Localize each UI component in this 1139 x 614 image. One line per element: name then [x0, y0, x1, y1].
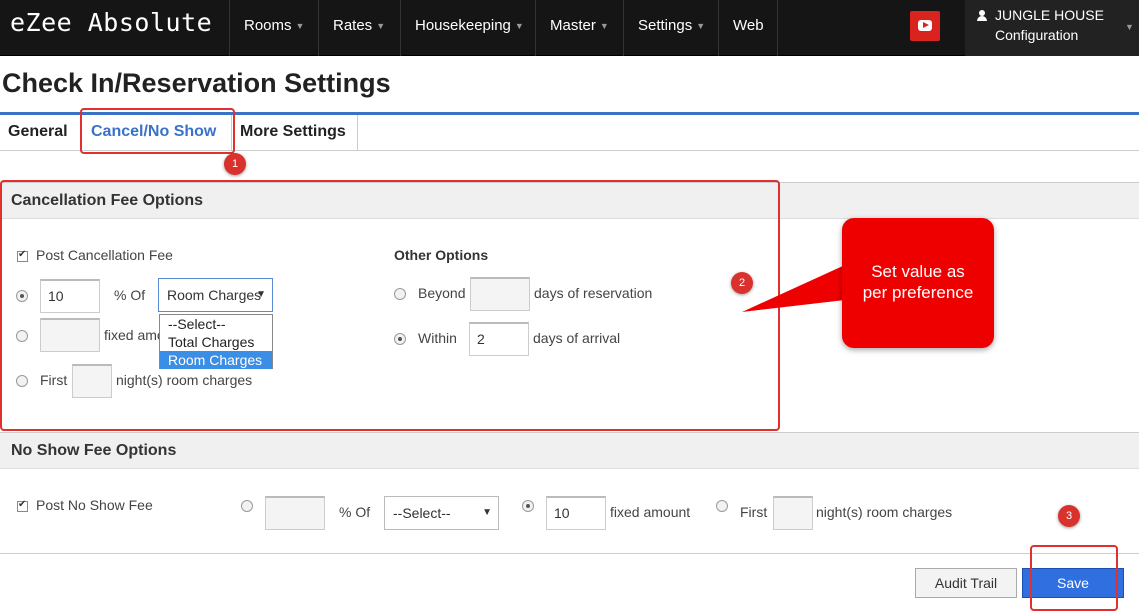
- chevron-down-icon: ▼: [295, 21, 305, 31]
- chevron-down-icon: ▼: [482, 507, 492, 518]
- noshow-percent-of-value: --Select--: [393, 505, 451, 521]
- app-logo[interactable]: eZee Absolute: [10, 8, 212, 37]
- nav-settings[interactable]: Settings ▼: [623, 0, 718, 56]
- post-no-show-fee-checkbox[interactable]: [17, 499, 28, 512]
- step-badge-3: 3: [1058, 505, 1080, 527]
- noshow-percent-of-select[interactable]: --Select-- ▼: [384, 496, 499, 530]
- nav-rates-label: Rates: [333, 17, 373, 34]
- chevron-down-icon: ▼: [1125, 22, 1134, 32]
- noshow-fixed-amount-label: fixed amount: [610, 504, 691, 520]
- chevron-down-icon: ▼: [376, 21, 386, 31]
- nav-rates[interactable]: Rates ▼: [318, 0, 400, 56]
- nav-housekeeping-label: Housekeeping: [415, 17, 511, 34]
- noshow-nights-input[interactable]: [773, 496, 813, 530]
- noshow-fixed-input[interactable]: 10: [546, 496, 606, 530]
- footer-divider: [0, 553, 1139, 554]
- property-name: JUNGLE HOUSE: [995, 7, 1104, 23]
- youtube-icon[interactable]: [910, 11, 940, 41]
- nav-housekeeping[interactable]: Housekeeping ▼: [400, 0, 535, 56]
- instruction-callout: Set value as per preference: [842, 218, 994, 348]
- noshow-fixed-radio[interactable]: [522, 500, 534, 512]
- cancellation-highlight-box: [0, 180, 780, 431]
- save-highlight-box: [1030, 545, 1118, 611]
- noshow-percent-input[interactable]: [265, 496, 325, 530]
- nav-web[interactable]: Web: [718, 0, 778, 56]
- noshow-first-label: First: [740, 504, 768, 520]
- no-show-section-heading: No Show Fee Options: [0, 432, 1139, 469]
- nav-rooms-label: Rooms: [244, 17, 292, 34]
- page-title: Check In/Reservation Settings: [2, 68, 391, 98]
- nav-web-label: Web: [733, 17, 764, 34]
- user-icon: [977, 10, 987, 21]
- top-navbar: eZee Absolute Rooms ▼ Rates ▼ Housekeeping…: [0, 0, 1139, 56]
- tab-general[interactable]: General: [0, 115, 81, 151]
- nav-settings-label: Settings: [638, 17, 693, 34]
- noshow-percent-radio[interactable]: [241, 500, 253, 512]
- noshow-nights-label: night(s) room charges: [816, 504, 953, 520]
- callout-line-1: Set value as: [871, 262, 965, 281]
- noshow-first-night-radio[interactable]: [716, 500, 728, 512]
- step-badge-1: 1: [224, 153, 246, 175]
- property-menu[interactable]: JUNGLE HOUSE Configuration ▼: [965, 0, 1139, 56]
- chevron-down-icon: ▼: [696, 21, 706, 31]
- nav-master-label: Master: [550, 17, 596, 34]
- post-no-show-fee-label: Post No Show Fee: [36, 497, 153, 513]
- chevron-down-icon: ▼: [514, 21, 524, 31]
- audit-trail-button[interactable]: Audit Trail: [915, 568, 1017, 598]
- noshow-percent-of-label: % Of: [339, 504, 371, 520]
- callout-pointer: [742, 265, 845, 312]
- tab-highlight-box: [80, 108, 235, 154]
- chevron-down-icon: ▼: [599, 21, 609, 31]
- nav-rooms[interactable]: Rooms ▼: [229, 0, 318, 56]
- nav-master[interactable]: Master ▼: [535, 0, 623, 56]
- property-subtitle: Configuration: [995, 27, 1079, 43]
- tab-more-settings[interactable]: More Settings: [232, 115, 358, 151]
- callout-line-2: per preference: [862, 283, 974, 302]
